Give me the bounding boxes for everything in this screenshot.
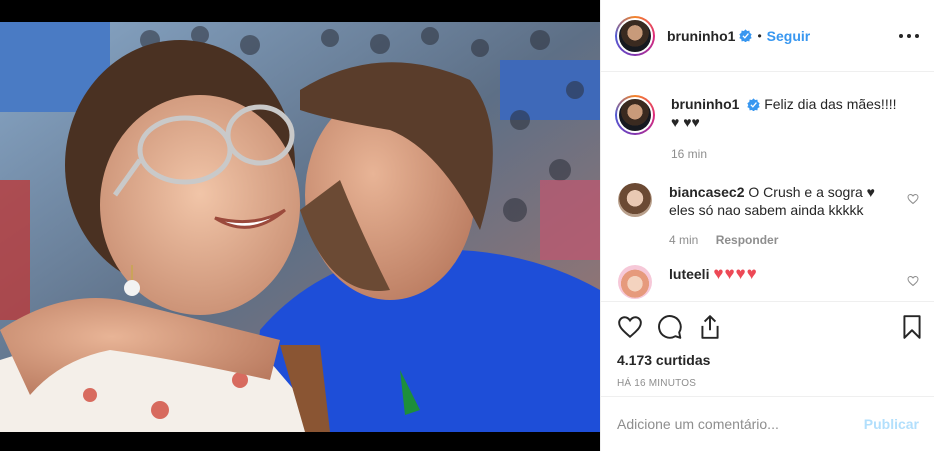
- reply-button[interactable]: Responder: [716, 233, 779, 247]
- post-details-panel: bruninho1 • Seguir bruninho1 Feliz dia d…: [600, 0, 934, 451]
- author-username[interactable]: bruninho1: [667, 28, 735, 44]
- comment-composer: Publicar: [601, 396, 934, 451]
- comment-time[interactable]: 4 min: [669, 233, 698, 247]
- share-icon[interactable]: [697, 314, 723, 340]
- comment-icon[interactable]: [657, 314, 683, 340]
- header-separator: •: [757, 28, 762, 43]
- caption-username[interactable]: bruninho1: [671, 96, 739, 112]
- commenter-avatar[interactable]: [618, 265, 652, 299]
- like-count[interactable]: 4.173 curtidas: [617, 352, 919, 368]
- post-timestamp[interactable]: HÁ 16 MINUTOS: [617, 378, 919, 389]
- comment-text: ♥♥♥♥: [713, 264, 758, 283]
- publish-button[interactable]: Publicar: [864, 416, 919, 432]
- post-photo-illustration: [0, 0, 600, 451]
- heart-icon[interactable]: [617, 314, 643, 340]
- comment-username[interactable]: luteeli: [669, 266, 709, 282]
- caption-avatar[interactable]: [615, 95, 655, 135]
- more-options-icon[interactable]: [899, 26, 919, 46]
- post-header: bruninho1 • Seguir: [601, 0, 934, 72]
- comment-input[interactable]: [617, 416, 864, 432]
- post-actions: 4.173 curtidas HÁ 16 MINUTOS: [601, 301, 934, 396]
- heart-icon[interactable]: [907, 193, 919, 205]
- list-item: biancasec2 O Crush e a sogra ♥ eles só n…: [615, 163, 919, 249]
- bookmark-icon[interactable]: [899, 314, 925, 340]
- list-item: luteeli ♥♥♥♥: [615, 249, 919, 299]
- caption: bruninho1 Feliz dia das mães!!!! ♥ ♥♥ 16…: [615, 73, 919, 163]
- author-avatar[interactable]: [615, 15, 655, 56]
- verified-badge-icon: [739, 29, 753, 42]
- commenter-avatar[interactable]: [618, 183, 652, 217]
- post-photo[interactable]: [0, 0, 600, 451]
- comments-list[interactable]: bruninho1 Feliz dia das mães!!!! ♥ ♥♥ 16…: [601, 73, 934, 301]
- verified-badge-icon: [747, 98, 761, 111]
- caption-time[interactable]: 16 min: [671, 145, 897, 163]
- comment-username[interactable]: biancasec2: [669, 184, 745, 200]
- follow-button[interactable]: Seguir: [767, 28, 811, 44]
- heart-icon[interactable]: [907, 275, 919, 287]
